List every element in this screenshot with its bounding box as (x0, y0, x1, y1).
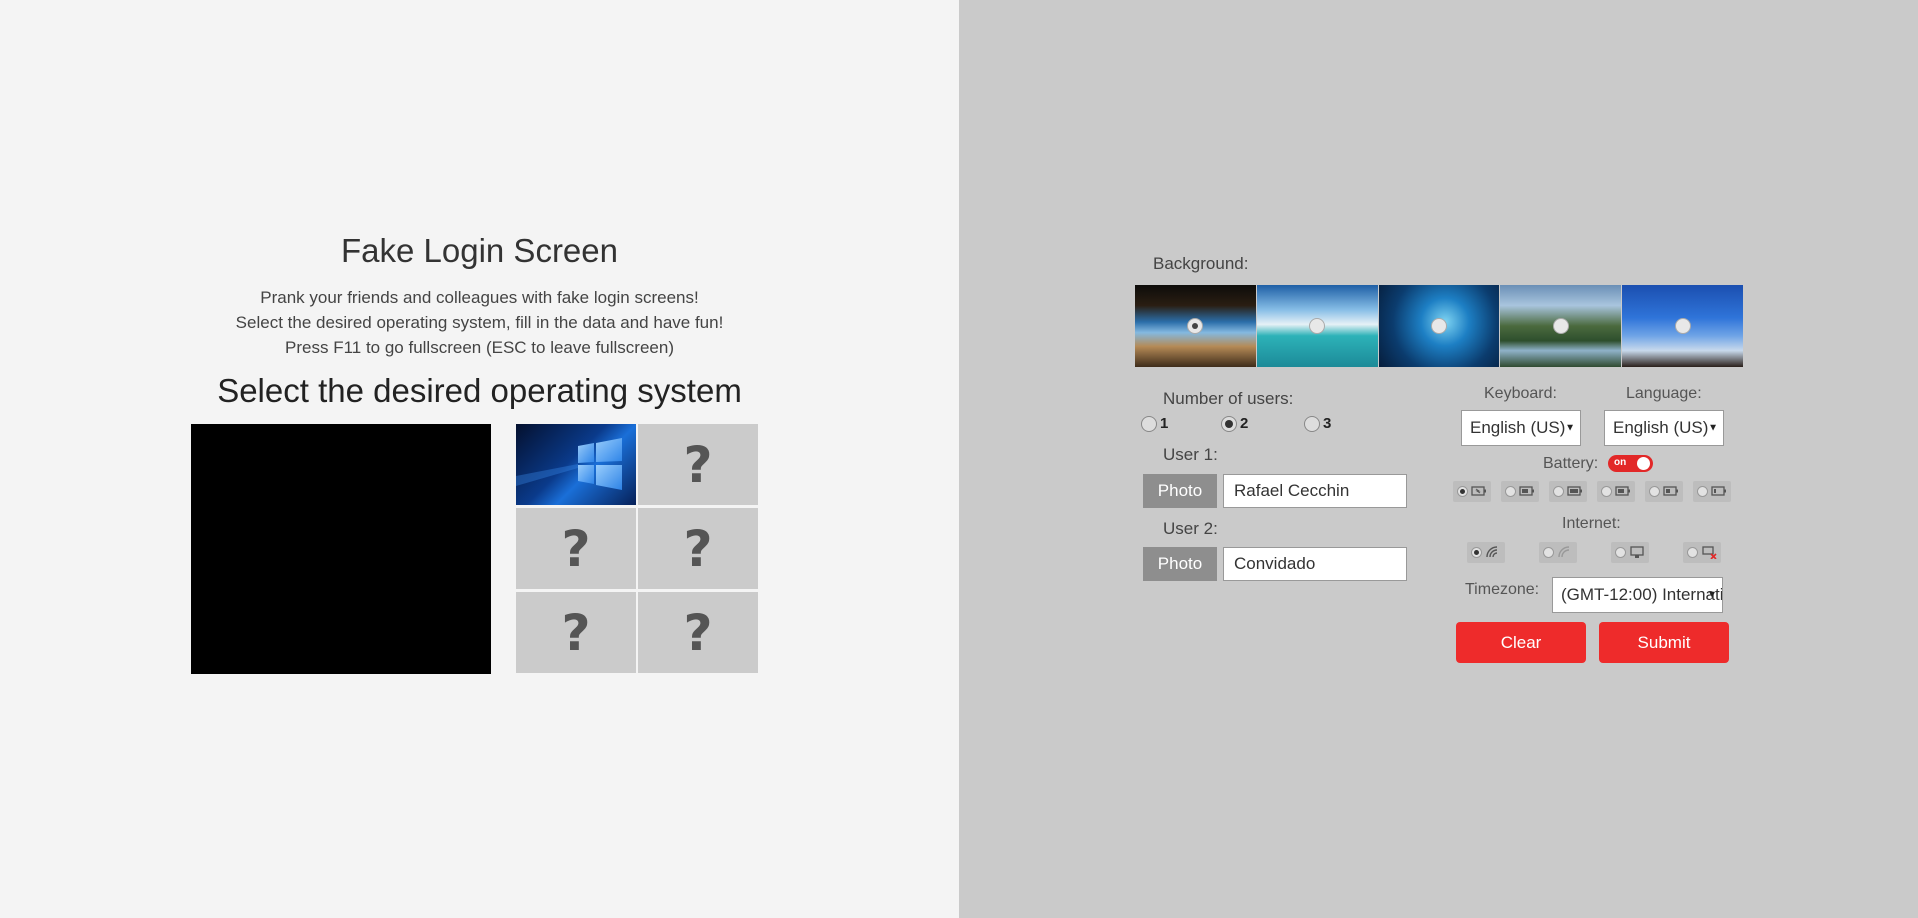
battery-radio-5[interactable] (1649, 486, 1660, 497)
background-thumb-2[interactable] (1256, 285, 1378, 367)
clear-button[interactable]: Clear (1456, 622, 1586, 663)
ethernet-icon (1630, 546, 1644, 558)
timezone-select[interactable]: (GMT-12:00) International Date Line West… (1552, 577, 1723, 613)
os-tile-5[interactable]: ? (516, 592, 636, 673)
battery-plugged-icon (1519, 486, 1534, 496)
os-tile-2[interactable]: ? (638, 424, 758, 505)
user1-photo-button[interactable]: Photo (1143, 474, 1217, 508)
internet-option-4[interactable] (1683, 542, 1721, 563)
battery-option-1[interactable] (1453, 481, 1491, 502)
internet-radio-3[interactable] (1615, 547, 1626, 558)
battery-option-5[interactable] (1645, 481, 1683, 502)
internet-option-3[interactable] (1611, 542, 1649, 563)
chevron-down-icon: ▼ (1565, 422, 1575, 434)
background-thumb-4[interactable] (1500, 285, 1622, 367)
internet-label: Internet: (1562, 515, 1621, 532)
os-tile-6[interactable]: ? (638, 592, 758, 673)
internet-radio-2[interactable] (1543, 547, 1554, 558)
user2-label: User 2: (1163, 519, 1218, 538)
internet-radio-1[interactable] (1471, 547, 1482, 558)
internet-radio-4[interactable] (1687, 547, 1698, 558)
background-thumb-1[interactable] (1135, 285, 1256, 367)
background-radio-1[interactable] (1187, 318, 1204, 334)
battery-toggle-state: on (1614, 457, 1627, 468)
battery-option-4[interactable] (1597, 481, 1635, 502)
keyboard-select-value: English (US) (1470, 418, 1566, 437)
battery-charging-icon (1471, 486, 1486, 496)
users-radio-3[interactable] (1304, 416, 1320, 432)
background-radio-4[interactable] (1552, 318, 1569, 334)
background-picker (1135, 285, 1744, 367)
toggle-knob (1637, 457, 1650, 470)
language-select[interactable]: English (US) ▼ (1604, 410, 1724, 446)
battery-option-6[interactable] (1693, 481, 1731, 502)
background-label: Background: (1153, 254, 1249, 273)
question-icon: ? (683, 435, 713, 494)
intro-line-3: Press F11 to go fullscreen (ESC to leave… (285, 338, 674, 357)
users-radio-1[interactable] (1141, 416, 1157, 432)
chevron-down-icon: ▼ (1707, 589, 1717, 601)
keyboard-select[interactable]: English (US) ▼ (1461, 410, 1581, 446)
os-tile-4[interactable]: ? (638, 508, 758, 589)
settings-panel (959, 0, 1918, 918)
battery-radio-1[interactable] (1457, 486, 1468, 497)
background-thumb-5[interactable] (1622, 285, 1743, 367)
battery-option-2[interactable] (1501, 481, 1539, 502)
users-radio-2-label: 2 (1240, 415, 1249, 432)
user1-label: User 1: (1163, 445, 1218, 464)
internet-option-1[interactable] (1467, 542, 1505, 563)
login-preview (191, 424, 491, 674)
submit-button[interactable]: Submit (1599, 622, 1729, 663)
battery-medium-icon (1663, 486, 1678, 496)
os-tile-3[interactable]: ? (516, 508, 636, 589)
users-count-label: Number of users: (1163, 389, 1294, 408)
language-label: Language: (1626, 385, 1702, 402)
battery-low-icon (1711, 486, 1726, 496)
question-icon: ? (683, 603, 713, 662)
background-radio-5[interactable] (1674, 318, 1691, 334)
question-icon: ? (561, 519, 591, 578)
battery-option-3[interactable] (1549, 481, 1587, 502)
battery-full-icon (1567, 486, 1582, 496)
os-grid: ? ? ? ? ? (516, 424, 758, 674)
question-icon: ? (561, 603, 591, 662)
no-connection-icon (1702, 546, 1717, 559)
users-radio-3-label: 3 (1323, 415, 1332, 432)
battery-radio-3[interactable] (1553, 486, 1564, 497)
user2-name-input[interactable] (1223, 547, 1407, 581)
os-tile-windows-10[interactable] (516, 424, 636, 505)
background-radio-2[interactable] (1309, 318, 1326, 334)
intro-panel: Fake Login Screen Prank your friends and… (0, 0, 959, 918)
battery-high-icon (1615, 486, 1630, 496)
chevron-down-icon: ▼ (1708, 422, 1718, 434)
page-title: Fake Login Screen (340, 232, 618, 269)
battery-radio-6[interactable] (1697, 486, 1708, 497)
user1-name-input[interactable] (1223, 474, 1407, 508)
battery-toggle[interactable]: on (1608, 455, 1653, 472)
language-select-value: English (US) (1613, 418, 1709, 437)
background-thumb-3[interactable] (1378, 285, 1500, 367)
intro-line-2: Select the desired operating system, fil… (235, 313, 724, 332)
windows-logo-icon (516, 438, 622, 490)
question-icon: ? (683, 519, 713, 578)
users-radio-2[interactable] (1221, 416, 1237, 432)
timezone-select-value: (GMT-12:00) International Date Line West (1561, 585, 1723, 604)
battery-radio-2[interactable] (1505, 486, 1516, 497)
battery-radio-4[interactable] (1601, 486, 1612, 497)
os-select-heading: Select the desired operating system (217, 372, 742, 409)
keyboard-label: Keyboard: (1484, 385, 1557, 402)
intro-line-1: Prank your friends and colleagues with f… (260, 288, 699, 307)
wifi-off-icon (1558, 546, 1570, 558)
background-radio-3[interactable] (1430, 318, 1447, 334)
user2-photo-button[interactable]: Photo (1143, 547, 1217, 581)
battery-label: Battery: (1543, 455, 1599, 472)
users-radio-1-label: 1 (1160, 415, 1169, 432)
wifi-icon (1486, 546, 1498, 558)
internet-option-2[interactable] (1539, 542, 1577, 563)
timezone-label: Timezone: (1465, 581, 1540, 598)
